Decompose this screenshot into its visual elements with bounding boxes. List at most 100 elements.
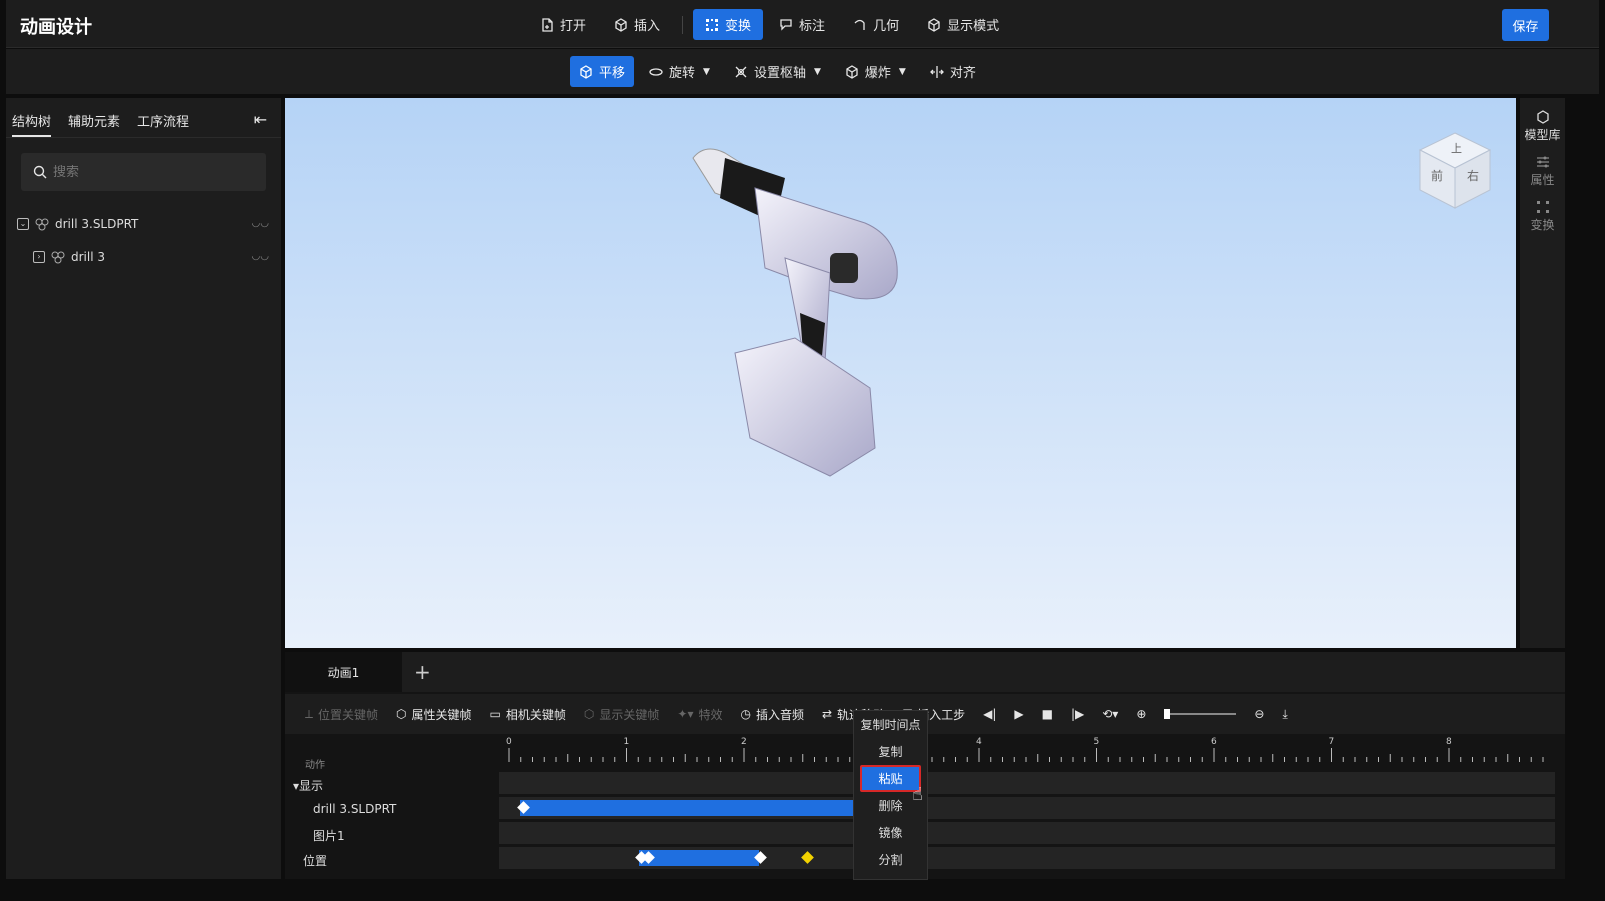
app-root: 动画设计 打开 插入 变换 标注 几何 显示模式 保存 平移 旋转 ▼ 设置枢轴… <box>0 0 1605 901</box>
effects-button[interactable]: ✦▾ 特效 <box>677 706 722 723</box>
keyframe-diamond-selected[interactable] <box>801 851 814 864</box>
cube-icon <box>615 17 627 32</box>
property-keyframe-button[interactable]: ⬡ 属性关键帧 <box>396 706 472 723</box>
visibility-eye-icon[interactable]: ◡◡ <box>252 218 269 229</box>
camera-icon: ▭ <box>489 707 501 721</box>
menu-insert[interactable]: 插入 <box>602 9 672 40</box>
structure-panel: 结构树 辅助元素 工序流程 ⇤ ⌄ drill 3.SLDPRT ◡◡ › dr… <box>6 98 281 879</box>
stop-button[interactable]: ■ <box>1042 707 1053 721</box>
properties-button[interactable]: 属性 <box>1520 155 1565 188</box>
zoom-slider-handle[interactable] <box>1164 709 1171 719</box>
next-frame-button[interactable]: |▶ <box>1071 707 1084 721</box>
tool-set-pivot-label: 设置枢轴 <box>753 66 806 81</box>
position-keyframe-button[interactable]: ⟂ 位置关键帧 <box>305 706 378 723</box>
model-library-button[interactable]: 模型库 <box>1520 110 1565 143</box>
audio-icon: ◷ <box>740 707 751 721</box>
track-drill-sldprt[interactable] <box>499 797 1555 819</box>
next-frame-icon: |▶ <box>1070 707 1085 721</box>
partial-row-label: 动作 <box>305 760 325 771</box>
row-label-position[interactable]: 位置 <box>303 852 327 869</box>
collapse-toggle-icon[interactable]: ⌄ <box>17 217 29 230</box>
tool-explode[interactable]: 爆炸 ▼ <box>836 56 915 87</box>
zoom-slider[interactable] <box>1164 709 1237 719</box>
sub-toolbar: 平移 旋转 ▼ 设置枢轴 ▼ 爆炸 ▼ 对齐 <box>6 49 1599 94</box>
drill-model <box>692 148 898 477</box>
ruler-tick-label: 8 <box>1446 737 1452 747</box>
timeline-row-labels: 动作 ▾显示 drill 3.SLDPRT 图片1 位置 <box>285 734 499 879</box>
keyframe-bar[interactable] <box>520 800 853 816</box>
menu-display-mode-label: 显示模式 <box>947 19 1000 34</box>
tool-explode-label: 爆炸 <box>864 66 891 81</box>
tool-set-pivot[interactable]: 设置枢轴 ▼ <box>725 56 830 87</box>
zoom-out-button[interactable]: ⊖ <box>1254 707 1264 721</box>
transform-panel-label: 变换 <box>1530 218 1555 232</box>
model-library-label: 模型库 <box>1524 128 1561 142</box>
tab-structure-tree[interactable]: 结构树 <box>12 111 52 137</box>
add-animation-button[interactable]: + <box>414 660 431 684</box>
menu-copy-timepoint[interactable]: 复制时间点 <box>854 711 927 738</box>
search-input[interactable] <box>53 164 233 180</box>
tab-process-flow[interactable]: 工序流程 <box>137 111 189 137</box>
menu-copy[interactable]: 复制 <box>854 738 927 765</box>
playback-mode-button[interactable]: ⟲▾ <box>1102 707 1118 721</box>
tool-label: 插入音频 <box>755 707 804 722</box>
ruler-tick-label: 5 <box>1094 737 1100 747</box>
tree-node-drill-sldprt[interactable]: ⌄ drill 3.SLDPRT ◡◡ <box>6 207 281 240</box>
display-keyframe-button[interactable]: ⬡ 显示关键帧 <box>584 706 660 723</box>
tree-node-drill[interactable]: › drill 3 ◡◡ <box>6 240 281 273</box>
tool-align[interactable]: 对齐 <box>921 56 985 87</box>
prev-frame-icon: ◀| <box>983 707 997 721</box>
sliders-icon <box>1536 156 1549 168</box>
menu-mirror[interactable]: 镜像 <box>854 819 927 846</box>
tab-animation-1[interactable]: 动画1 <box>285 652 402 692</box>
model-library-icon <box>1536 110 1549 124</box>
play-button[interactable]: ▶ <box>1014 707 1023 721</box>
ruler-tick-label: 4 <box>976 737 982 747</box>
time-ruler[interactable]: 012345678 <box>499 734 1559 764</box>
visibility-eye-icon[interactable]: ◡◡ <box>252 251 269 262</box>
tool-label: 位置关键帧 <box>318 707 379 722</box>
main-menu: 打开 插入 变换 标注 几何 显示模式 <box>528 9 1011 40</box>
zoom-slider-track[interactable] <box>1164 709 1237 719</box>
assembly-icon <box>51 251 65 263</box>
search-box[interactable] <box>21 153 266 191</box>
arc-icon <box>854 19 865 30</box>
top-header: 动画设计 打开 插入 变换 标注 几何 显示模式 保存 <box>6 0 1599 48</box>
row-label-display[interactable]: ▾显示 <box>293 777 323 794</box>
tool-label: 相机关键帧 <box>505 707 566 722</box>
tool-rotate[interactable]: 旋转 ▼ <box>640 56 719 87</box>
app-title: 动画设计 <box>20 17 92 38</box>
3d-viewport[interactable]: 上 前 右 <box>285 98 1516 648</box>
zoom-in-button[interactable]: ⊕ <box>1136 707 1146 721</box>
menu-divider <box>682 16 684 34</box>
menu-display-mode[interactable]: 显示模式 <box>915 9 1011 40</box>
view-cube[interactable]: 上 前 右 <box>1415 128 1495 213</box>
track-image1[interactable] <box>499 822 1555 844</box>
camera-keyframe-button[interactable]: ▭ 相机关键帧 <box>490 706 566 723</box>
zoom-out-icon: ⊖ <box>1254 707 1265 721</box>
row-label-drill-sldprt[interactable]: drill 3.SLDPRT <box>313 802 396 816</box>
track-display[interactable] <box>499 772 1555 794</box>
pivot-icon <box>735 66 747 77</box>
track-position[interactable] <box>499 847 1555 869</box>
keyframe-bar[interactable] <box>639 850 759 866</box>
view-cube-top-label: 上 <box>1451 142 1462 155</box>
save-button[interactable]: 保存 <box>1502 9 1549 41</box>
menu-open[interactable]: 打开 <box>528 9 598 40</box>
transform-panel-button[interactable]: 变换 <box>1520 200 1565 233</box>
download-icon: ⤓ <box>1282 706 1288 721</box>
menu-split[interactable]: 分割 <box>854 846 927 873</box>
menu-transform[interactable]: 变换 <box>693 9 764 40</box>
tool-rotate-label: 旋转 <box>669 66 696 81</box>
tab-aux-elements[interactable]: 辅助元素 <box>68 111 120 137</box>
expand-toggle-icon[interactable]: › <box>33 250 45 263</box>
row-label-image1[interactable]: 图片1 <box>313 827 345 844</box>
menu-geometry[interactable]: 几何 <box>841 9 911 40</box>
menu-annotation[interactable]: 标注 <box>767 9 837 40</box>
insert-audio-button[interactable]: ◷ 插入音频 <box>740 706 804 723</box>
prev-frame-button[interactable]: ◀| <box>983 707 996 721</box>
tool-translate[interactable]: 平移 <box>570 56 635 87</box>
download-button[interactable]: ⤓ <box>1282 707 1287 722</box>
position-keyframe-icon: ⟂ <box>305 706 314 721</box>
collapse-panel-icon[interactable]: ⇤ <box>254 110 267 129</box>
